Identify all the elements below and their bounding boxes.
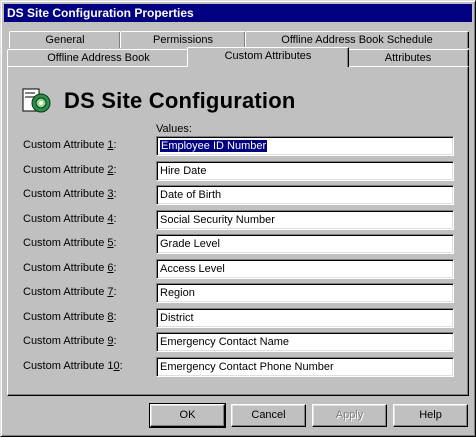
field-value: District xyxy=(160,312,194,324)
page-title: DS Site Configuration xyxy=(64,88,296,113)
field-value: Grade Level xyxy=(160,238,220,250)
field-value: Emergency Contact Name xyxy=(160,336,289,348)
custom-attribute-7-field[interactable]: Region xyxy=(156,283,454,303)
apply-button[interactable]: Apply xyxy=(312,404,387,427)
custom-attribute-9-field[interactable]: Emergency Contact Name xyxy=(156,332,454,352)
custom-attribute-label: Custom Attribute 6: xyxy=(23,262,117,274)
field-value: Social Security Number xyxy=(160,214,275,226)
tab-permissions[interactable]: Permissions xyxy=(120,31,246,48)
label-suffix: : xyxy=(113,335,117,347)
values-column-label: Values: xyxy=(156,123,192,135)
custom-attribute-6-field[interactable]: Access Level xyxy=(156,259,454,279)
custom-attribute-label: Custom Attribute 3: xyxy=(23,188,117,200)
label-suffix: : xyxy=(113,139,117,151)
label-prefix: Custom Attribute xyxy=(23,188,108,200)
tab-general[interactable]: General xyxy=(9,31,121,48)
label-prefix: Custom Attribute xyxy=(23,311,108,323)
properties-dialog: DS Site Configuration Properties General… xyxy=(0,0,476,437)
custom-attribute-label: Custom Attribute 7: xyxy=(23,286,117,298)
label-suffix: : xyxy=(113,237,117,249)
tab-attributes-label: Attributes xyxy=(384,52,432,64)
tab-custom-attributes[interactable]: Custom Attributes xyxy=(187,47,349,67)
custom-attribute-row: Custom Attribute 4: Social Security Numbe… xyxy=(23,210,463,230)
tab-attributes[interactable]: Attributes xyxy=(347,49,469,66)
label-prefix: Custom Attribute xyxy=(23,213,108,225)
label-suffix: : xyxy=(113,286,117,298)
tab-oab-label: Offline Address Book xyxy=(47,52,150,64)
label-prefix: Custom Attribute xyxy=(23,139,108,151)
tab-offline-address-book-schedule[interactable]: Offline Address Book Schedule xyxy=(245,31,469,48)
tab-permissions-label: Permissions xyxy=(153,34,213,46)
label-suffix: : xyxy=(119,360,123,372)
custom-attribute-row: Custom Attribute 2: Hire Date xyxy=(23,161,463,181)
label-suffix: : xyxy=(113,213,117,225)
window-title: DS Site Configuration Properties xyxy=(4,4,472,22)
panel-header: DS Site Configuration xyxy=(22,83,296,119)
field-value: Employee ID Number xyxy=(160,140,268,152)
custom-attribute-row: Custom Attribute 5: Grade Level xyxy=(23,234,463,254)
custom-attribute-8-field[interactable]: District xyxy=(156,308,454,328)
label-prefix: Custom Attribute 1 xyxy=(23,360,114,372)
field-value: Access Level xyxy=(160,263,225,275)
custom-attribute-label: Custom Attribute 9: xyxy=(23,335,117,347)
field-value: Date of Birth xyxy=(160,189,222,201)
custom-attribute-row: Custom Attribute 3: Date of Birth xyxy=(23,185,463,205)
label-prefix: Custom Attribute xyxy=(23,262,108,274)
label-suffix: : xyxy=(113,188,117,200)
label-prefix: Custom Attribute xyxy=(23,286,108,298)
custom-attribute-row: Custom Attribute 8: District xyxy=(23,308,463,328)
custom-attribute-row: Custom Attribute 10: Emergency Contact Ph… xyxy=(23,357,463,377)
custom-attribute-1-field[interactable]: Employee ID Number xyxy=(156,136,454,156)
field-value: Hire Date xyxy=(160,165,207,177)
site-config-icon xyxy=(22,88,51,113)
custom-attribute-label: Custom Attribute 4: xyxy=(23,213,117,225)
custom-attribute-row: Custom Attribute 7: Region xyxy=(23,283,463,303)
tab-oab-schedule-label: Offline Address Book Schedule xyxy=(281,34,433,46)
custom-attribute-row: Custom Attribute 9: Emergency Contact Nam… xyxy=(23,332,463,352)
tab-general-label: General xyxy=(45,34,85,46)
field-value: Region xyxy=(160,287,195,299)
label-prefix: Custom Attribute xyxy=(23,335,108,347)
custom-attribute-2-field[interactable]: Hire Date xyxy=(156,161,454,181)
ok-button[interactable]: OK xyxy=(149,403,226,428)
custom-attribute-3-field[interactable]: Date of Birth xyxy=(156,185,454,205)
custom-attribute-10-field[interactable]: Emergency Contact Phone Number xyxy=(156,357,454,377)
custom-attribute-label: Custom Attribute 5: xyxy=(23,237,117,249)
label-suffix: : xyxy=(113,311,117,323)
tab-offline-address-book[interactable]: Offline Address Book xyxy=(7,49,190,66)
field-value: Emergency Contact Phone Number xyxy=(160,361,334,373)
label-prefix: Custom Attribute xyxy=(23,164,108,176)
cancel-button[interactable]: Cancel xyxy=(231,404,306,427)
tab-custom-attributes-label: Custom Attributes xyxy=(224,50,312,62)
label-suffix: : xyxy=(113,262,117,274)
custom-attribute-label: Custom Attribute 2: xyxy=(23,164,117,176)
custom-attributes-panel: DS Site Configuration Values: Custom Att… xyxy=(7,66,469,396)
custom-attribute-row: Custom Attribute 1: Employee ID Number xyxy=(23,136,463,156)
custom-attribute-label: Custom Attribute 10: xyxy=(23,360,123,372)
help-button[interactable]: Help xyxy=(393,404,468,427)
custom-attribute-label: Custom Attribute 8: xyxy=(23,311,117,323)
custom-attribute-row: Custom Attribute 6: Access Level xyxy=(23,259,463,279)
custom-attribute-4-field[interactable]: Social Security Number xyxy=(156,210,454,230)
label-suffix: : xyxy=(113,164,117,176)
custom-attribute-5-field[interactable]: Grade Level xyxy=(156,234,454,254)
custom-attribute-label: Custom Attribute 1: xyxy=(23,139,117,151)
label-prefix: Custom Attribute xyxy=(23,237,108,249)
